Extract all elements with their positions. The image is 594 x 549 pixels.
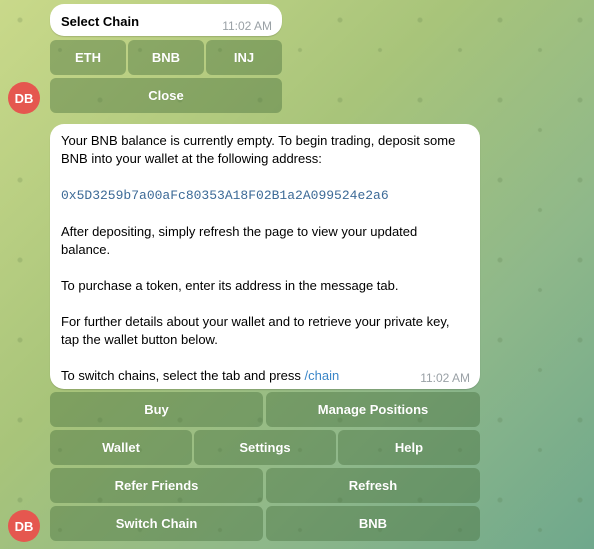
- message-time: 11:02 AM: [222, 19, 272, 33]
- refer-friends-button[interactable]: Refer Friends: [50, 468, 263, 503]
- buy-button[interactable]: Buy: [50, 392, 263, 427]
- avatar[interactable]: DB: [8, 510, 40, 542]
- message-title: Select Chain: [61, 14, 140, 29]
- message-text: Your BNB balance is currently empty. To …: [61, 133, 456, 166]
- chain-command-link[interactable]: /chain: [305, 368, 340, 383]
- message-time: 11:02 AM: [420, 371, 470, 385]
- wallet-button[interactable]: Wallet: [50, 430, 192, 465]
- select-chain-message: Select Chain 11:02 AM: [50, 4, 282, 36]
- message-text: For further details about your wallet an…: [61, 314, 450, 347]
- manage-positions-button[interactable]: Manage Positions: [266, 392, 480, 427]
- help-button[interactable]: Help: [338, 430, 480, 465]
- switch-chain-button[interactable]: Switch Chain: [50, 506, 263, 541]
- message-text: To purchase a token, enter its address i…: [61, 278, 399, 293]
- settings-button[interactable]: Settings: [194, 430, 336, 465]
- avatar[interactable]: DB: [8, 82, 40, 114]
- close-button[interactable]: Close: [50, 78, 282, 113]
- balance-message: Your BNB balance is currently empty. To …: [50, 124, 480, 389]
- refresh-button[interactable]: Refresh: [266, 468, 480, 503]
- message-text: To switch chains, select the tab and pre…: [61, 368, 305, 383]
- bnb-button[interactable]: BNB: [266, 506, 480, 541]
- wallet-address[interactable]: 0x5D3259b7a00aFc80353A18F02B1a2A099524e2…: [61, 188, 389, 203]
- message-text: After depositing, simply refresh the pag…: [61, 224, 418, 257]
- eth-button[interactable]: ETH: [50, 40, 126, 75]
- bnb-chain-button[interactable]: BNB: [128, 40, 204, 75]
- inj-button[interactable]: INJ: [206, 40, 282, 75]
